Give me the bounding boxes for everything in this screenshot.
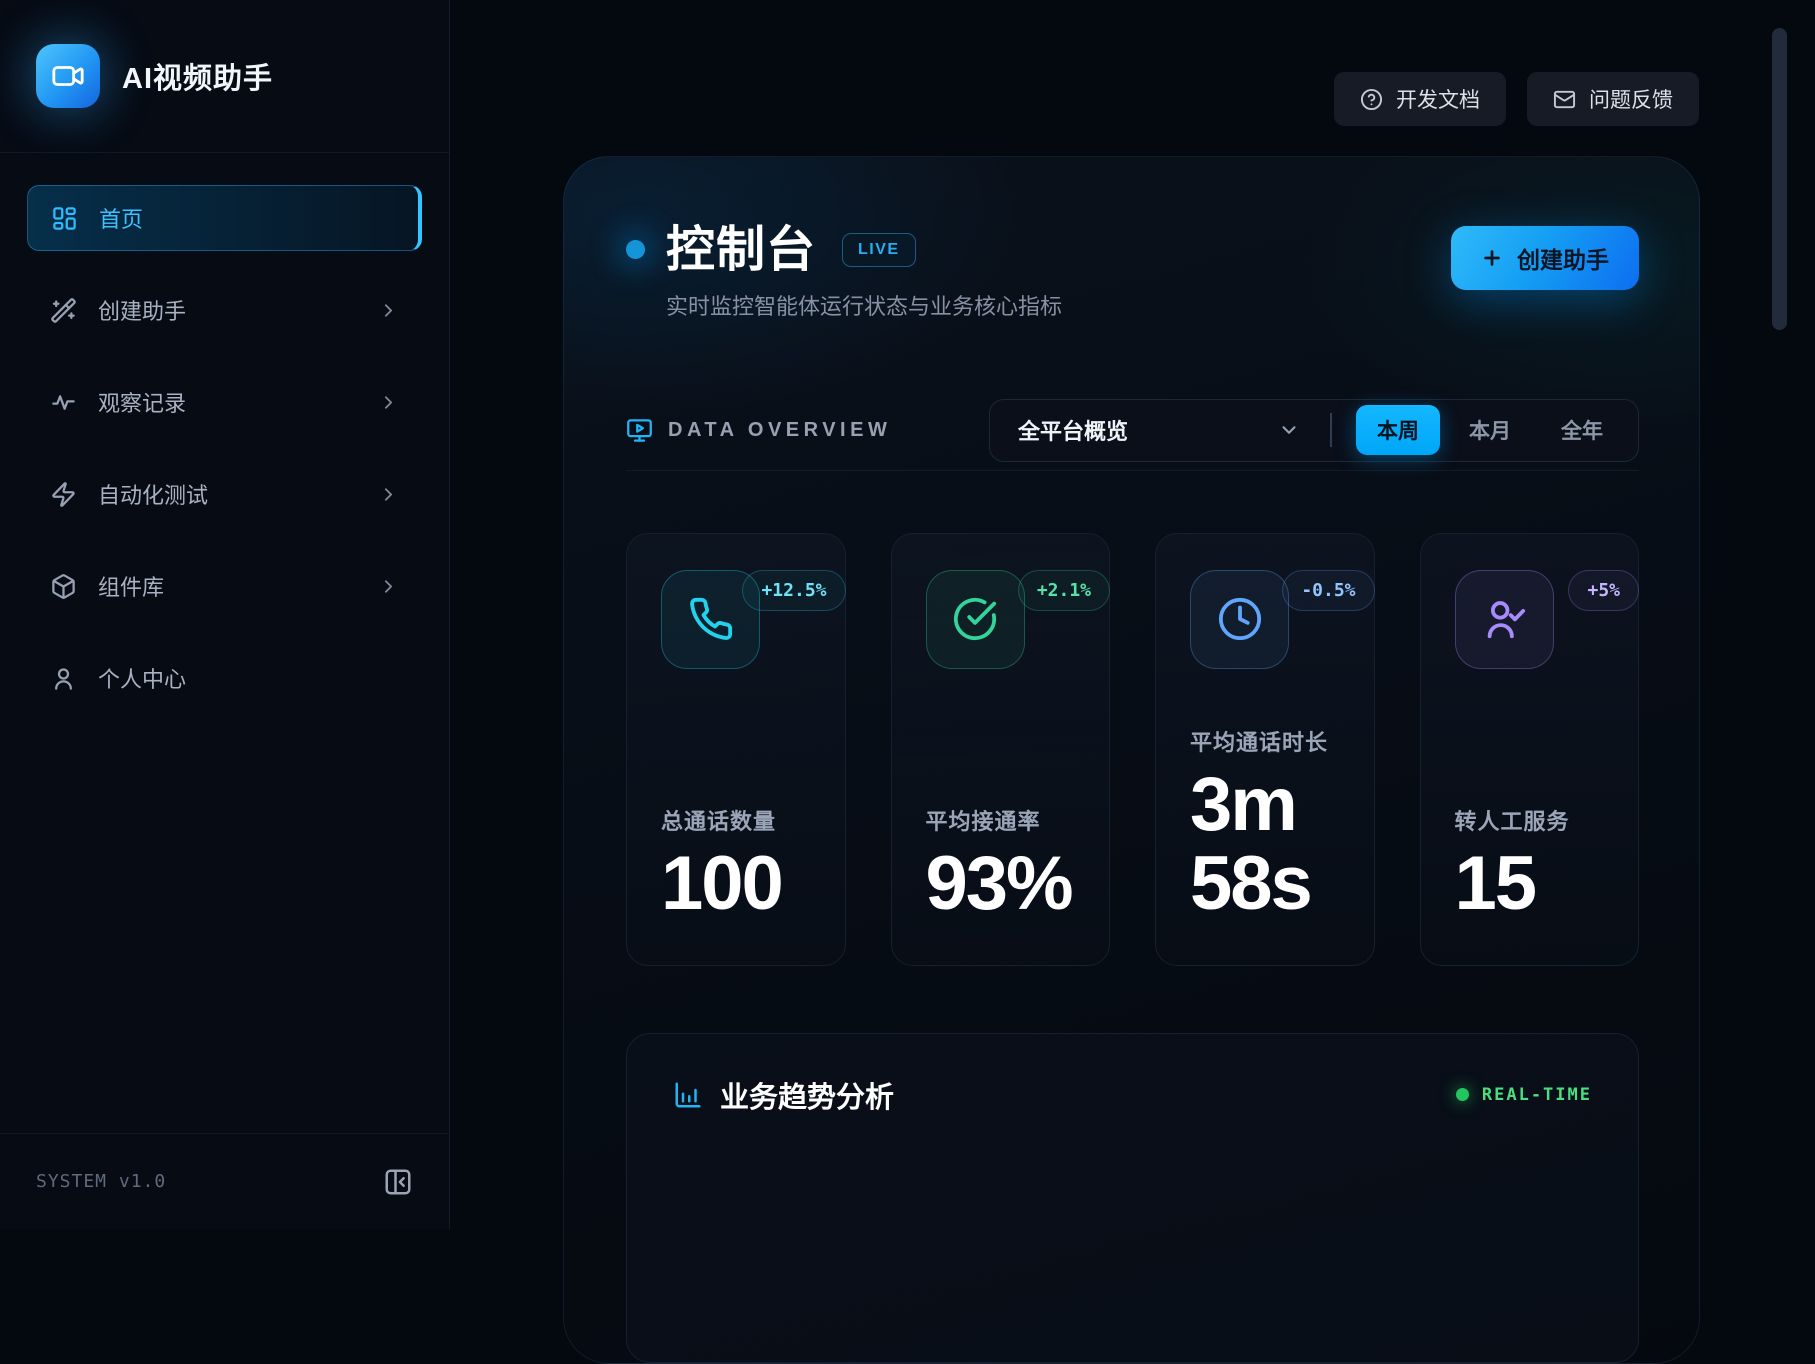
topbar-button-label: 开发文档 xyxy=(1396,84,1480,114)
sidebar-item-component-library[interactable]: 组件库 xyxy=(27,553,422,619)
green-status-dot xyxy=(1456,1088,1469,1101)
sidebar-item-home[interactable]: 首页 xyxy=(27,185,422,251)
console-panel: 控制台 LIVE 实时监控智能体运行状态与业务核心指标 创建助手 DATA OV… xyxy=(563,156,1700,1364)
tab-month[interactable]: 本月 xyxy=(1448,405,1532,455)
platform-select[interactable]: 全平台概览 xyxy=(1018,414,1300,446)
divider xyxy=(1330,413,1332,447)
stat-delta-badge: -0.5% xyxy=(1282,570,1374,611)
stat-card: +5% 转人工服务 15 xyxy=(1420,533,1640,966)
activity-icon xyxy=(50,389,77,416)
app-logo xyxy=(36,44,100,108)
chevron-right-icon xyxy=(378,484,399,505)
console-title-block: 控制台 LIVE 实时监控智能体运行状态与业务核心指标 xyxy=(626,223,1062,321)
create-assistant-button[interactable]: 创建助手 xyxy=(1451,226,1639,290)
tab-week[interactable]: 本周 xyxy=(1356,405,1440,455)
wand-icon xyxy=(50,297,77,324)
video-camera-icon xyxy=(51,59,85,93)
chevron-right-icon xyxy=(378,576,399,597)
mail-icon xyxy=(1553,88,1576,111)
topbar: 开发文档 问题反馈 xyxy=(450,72,1699,126)
bar-chart-icon xyxy=(673,1080,703,1110)
stat-card: -0.5% 平均通话时长 3m 58s xyxy=(1155,533,1375,966)
sidebar-nav: 首页 创建助手 观察记录 自动化测试 组件库 个人中心 xyxy=(0,153,449,737)
trend-title: 业务趋势分析 xyxy=(720,1074,894,1116)
sidebar-item-label: 个人中心 xyxy=(98,662,186,694)
chevron-right-icon xyxy=(378,300,399,321)
stat-value: 15 xyxy=(1455,844,1621,923)
realtime-label: REAL-TIME xyxy=(1482,1085,1592,1105)
panel-left-close-icon xyxy=(383,1167,413,1197)
stat-icon-box xyxy=(1455,570,1554,669)
stat-value: 100 xyxy=(661,844,827,923)
user-check-icon xyxy=(1481,596,1527,642)
stat-value: 3m 58s xyxy=(1190,765,1356,923)
sidebar: AI视频助手 首页 创建助手 观察记录 自动化测试 组件库 个人中心 SYSTE… xyxy=(0,0,450,1229)
sidebar-item-automation-test[interactable]: 自动化测试 xyxy=(27,461,422,527)
stat-value: 93% xyxy=(926,844,1092,923)
status-dot xyxy=(626,240,645,259)
sidebar-footer: SYSTEM v1.0 xyxy=(0,1133,449,1229)
stat-icon-box xyxy=(1190,570,1289,669)
dashboard-icon xyxy=(51,205,78,232)
trend-card: 业务趋势分析 REAL-TIME xyxy=(626,1033,1639,1363)
stat-label: 平均接通率 xyxy=(926,804,1092,836)
stat-card: +12.5% 总通话数量 100 xyxy=(626,533,846,966)
tab-year[interactable]: 全年 xyxy=(1540,405,1624,455)
stat-icon-box xyxy=(926,570,1025,669)
monitor-play-icon xyxy=(626,417,653,444)
clock-icon xyxy=(1217,596,1263,642)
dev-docs-button[interactable]: 开发文档 xyxy=(1334,72,1506,126)
feedback-button[interactable]: 问题反馈 xyxy=(1527,72,1699,126)
system-version: SYSTEM v1.0 xyxy=(36,1171,166,1192)
chevron-down-icon xyxy=(1278,419,1300,441)
console-header: 控制台 LIVE 实时监控智能体运行状态与业务核心指标 创建助手 xyxy=(626,223,1639,321)
plus-icon xyxy=(1481,247,1503,269)
app-title: AI视频助手 xyxy=(122,55,273,97)
sidebar-item-label: 首页 xyxy=(99,202,143,234)
main-area: 开发文档 问题反馈 控制台 LIVE 实时监控智能体运行状态与业务核心指标 创建… xyxy=(450,0,1815,1229)
topbar-button-label: 问题反馈 xyxy=(1589,84,1673,114)
stat-card: +2.1% 平均接通率 93% xyxy=(891,533,1111,966)
stat-delta-badge: +5% xyxy=(1568,570,1639,611)
stat-label: 转人工服务 xyxy=(1455,804,1621,836)
sidebar-header: AI视频助手 xyxy=(0,0,449,153)
scrollbar-thumb[interactable] xyxy=(1772,28,1787,330)
time-range-tabs: 本周 本月 全年 xyxy=(1356,405,1624,455)
collapse-sidebar-button[interactable] xyxy=(383,1167,413,1197)
realtime-indicator: REAL-TIME xyxy=(1456,1085,1592,1105)
sidebar-item-observation-log[interactable]: 观察记录 xyxy=(27,369,422,435)
sidebar-item-personal-center[interactable]: 个人中心 xyxy=(27,645,422,711)
section-title: DATA OVERVIEW xyxy=(668,419,891,442)
data-overview-row: DATA OVERVIEW 全平台概览 本周 本月 全年 xyxy=(626,399,1639,462)
divider xyxy=(626,470,1639,471)
check-circle-icon xyxy=(952,596,998,642)
help-circle-icon xyxy=(1360,88,1383,111)
stat-delta-badge: +12.5% xyxy=(742,570,845,611)
overview-controls: 全平台概览 本周 本月 全年 xyxy=(989,399,1639,462)
cube-icon xyxy=(50,573,77,600)
stats-grid: +12.5% 总通话数量 100 +2.1% 平均接通率 93% -0.5% 平… xyxy=(626,533,1639,966)
chevron-right-icon xyxy=(378,392,399,413)
page-subtitle: 实时监控智能体运行状态与业务核心指标 xyxy=(666,289,1062,321)
sidebar-item-label: 观察记录 xyxy=(98,386,186,418)
stat-delta-badge: +2.1% xyxy=(1018,570,1110,611)
zap-icon xyxy=(50,481,77,508)
sidebar-item-label: 组件库 xyxy=(98,570,164,602)
user-icon xyxy=(50,665,77,692)
sidebar-item-label: 创建助手 xyxy=(98,294,186,326)
sidebar-item-create-assistant[interactable]: 创建助手 xyxy=(27,277,422,343)
stat-label: 平均通话时长 xyxy=(1190,725,1356,757)
page-title: 控制台 xyxy=(666,223,816,278)
live-badge: LIVE xyxy=(842,233,916,267)
stat-label: 总通话数量 xyxy=(661,804,827,836)
phone-icon xyxy=(688,596,734,642)
sidebar-item-label: 自动化测试 xyxy=(98,478,208,510)
